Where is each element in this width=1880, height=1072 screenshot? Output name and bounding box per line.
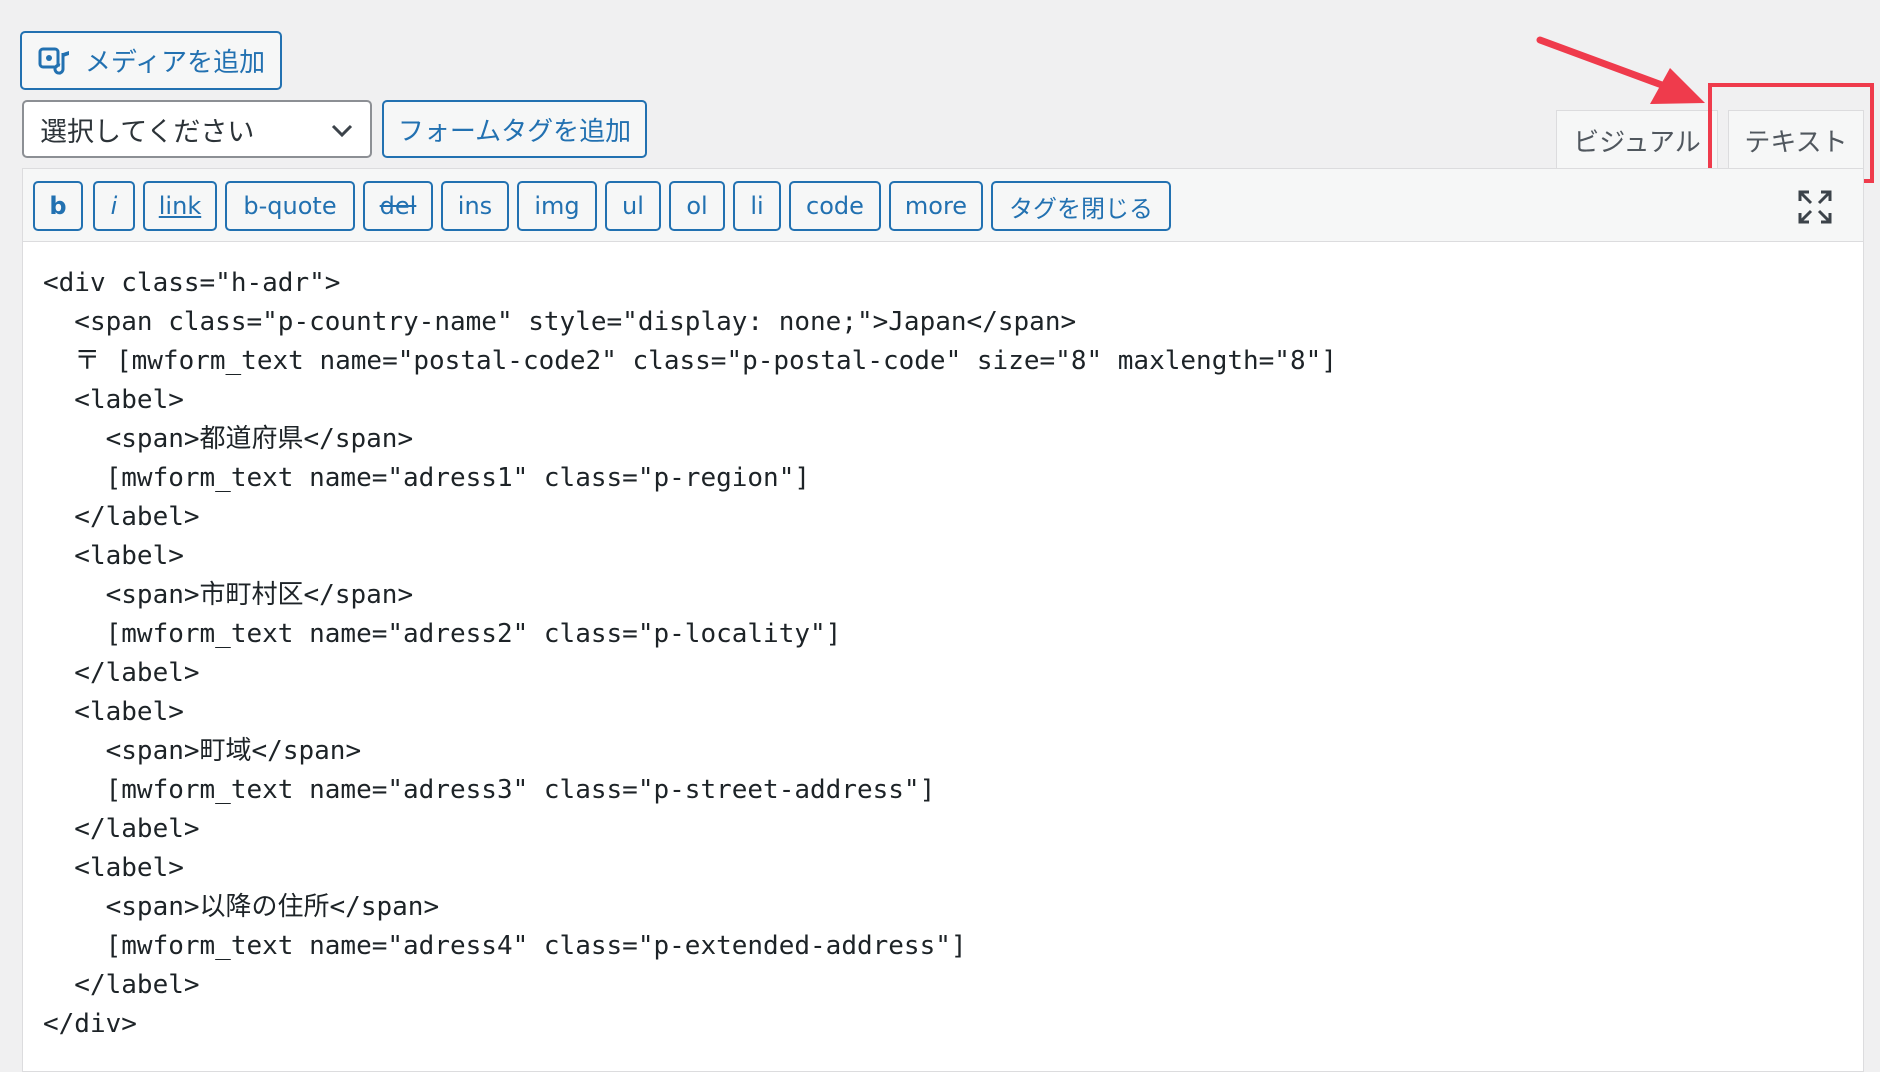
tab-visual[interactable]: ビジュアル (1556, 110, 1718, 169)
quicktag-bquote-button[interactable]: b-quote (225, 181, 355, 231)
add-form-tag-button[interactable]: フォームタグを追加 (382, 100, 647, 158)
form-select[interactable]: 選択してください (22, 100, 372, 158)
text-editor[interactable]: <div class="h-adr"> <span class="p-count… (22, 242, 1864, 1072)
editor-content[interactable]: <div class="h-adr"> <span class="p-count… (23, 242, 1863, 1044)
tab-text-label: テキスト (1744, 128, 1848, 158)
fullscreen-icon[interactable] (1797, 189, 1833, 225)
add-media-label: メディアを追加 (84, 48, 266, 78)
quicktag-del-button[interactable]: del (363, 181, 433, 231)
quicktag-more-button[interactable]: more (889, 181, 983, 231)
quicktag-bold-button[interactable]: b (33, 181, 83, 231)
quicktag-italic-button[interactable]: i (93, 181, 135, 231)
quicktag-li-button[interactable]: li (733, 181, 781, 231)
quicktag-img-button[interactable]: img (517, 181, 597, 231)
tab-visual-label: ビジュアル (1573, 127, 1701, 158)
quicktag-ul-button[interactable]: ul (605, 181, 661, 231)
quicktags-toolbar: b i link b-quote del ins img ul ol li co… (22, 168, 1864, 242)
select-value: 選択してください (40, 116, 255, 148)
add-media-button[interactable]: メディアを追加 (20, 31, 282, 90)
tab-text[interactable]: テキスト (1728, 110, 1864, 170)
quicktag-ol-button[interactable]: ol (669, 181, 725, 231)
quicktag-link-button[interactable]: link (143, 181, 217, 231)
quicktag-ins-button[interactable]: ins (441, 181, 509, 231)
arrow-annotation-icon (1536, 36, 1705, 104)
quicktag-code-button[interactable]: code (789, 181, 881, 231)
chevron-down-icon (331, 124, 353, 138)
quicktag-close-tags-button[interactable]: タグを閉じる (991, 181, 1171, 231)
media-icon (38, 47, 69, 75)
add-form-tag-label: フォームタグを追加 (397, 116, 632, 147)
